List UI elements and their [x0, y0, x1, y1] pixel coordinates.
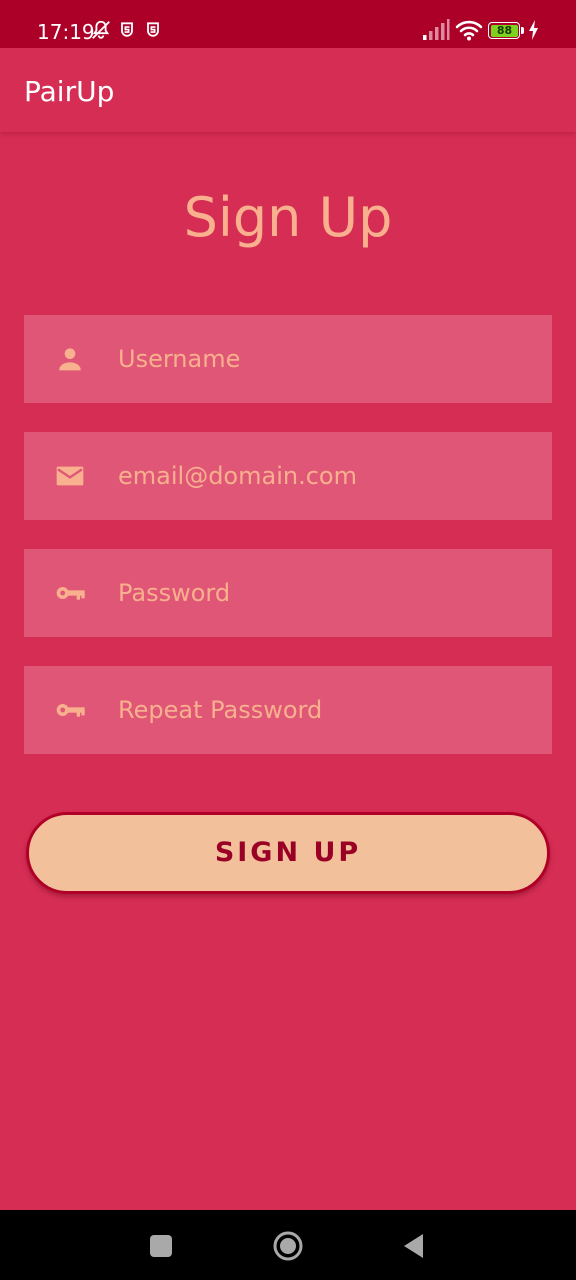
app-notification-icon [121, 22, 133, 37]
battery-level: 88 [496, 24, 513, 37]
username-field[interactable] [24, 315, 552, 403]
page-title: Sign Up [183, 186, 393, 249]
wifi-icon [455, 20, 483, 41]
password-input[interactable] [118, 549, 538, 637]
battery-icon: 88 [488, 22, 524, 39]
home-button[interactable] [272, 1230, 304, 1262]
recents-button[interactable] [145, 1230, 177, 1262]
status-bar: 17:19 88 [0, 0, 576, 48]
app-notification-icon [147, 22, 159, 37]
key-icon [56, 587, 85, 600]
status-time: 17:19 [37, 20, 95, 44]
app-title: PairUp [24, 75, 115, 108]
email-icon [56, 466, 84, 486]
password-field[interactable] [24, 549, 552, 637]
notifications-muted-icon [92, 20, 110, 39]
navigation-bar [0, 1210, 576, 1280]
email-field[interactable] [24, 432, 552, 520]
sign-up-button[interactable]: SIGN UP [26, 812, 550, 894]
key-icon [56, 704, 85, 717]
email-input[interactable] [118, 432, 538, 520]
app-bar: PairUp [0, 48, 576, 132]
person-icon [59, 348, 81, 371]
repeat-password-input[interactable] [118, 666, 538, 754]
signal-icon [423, 19, 450, 40]
repeat-password-field[interactable] [24, 666, 552, 754]
username-input[interactable] [118, 315, 538, 403]
back-button[interactable] [398, 1230, 430, 1262]
charging-icon [529, 20, 538, 40]
